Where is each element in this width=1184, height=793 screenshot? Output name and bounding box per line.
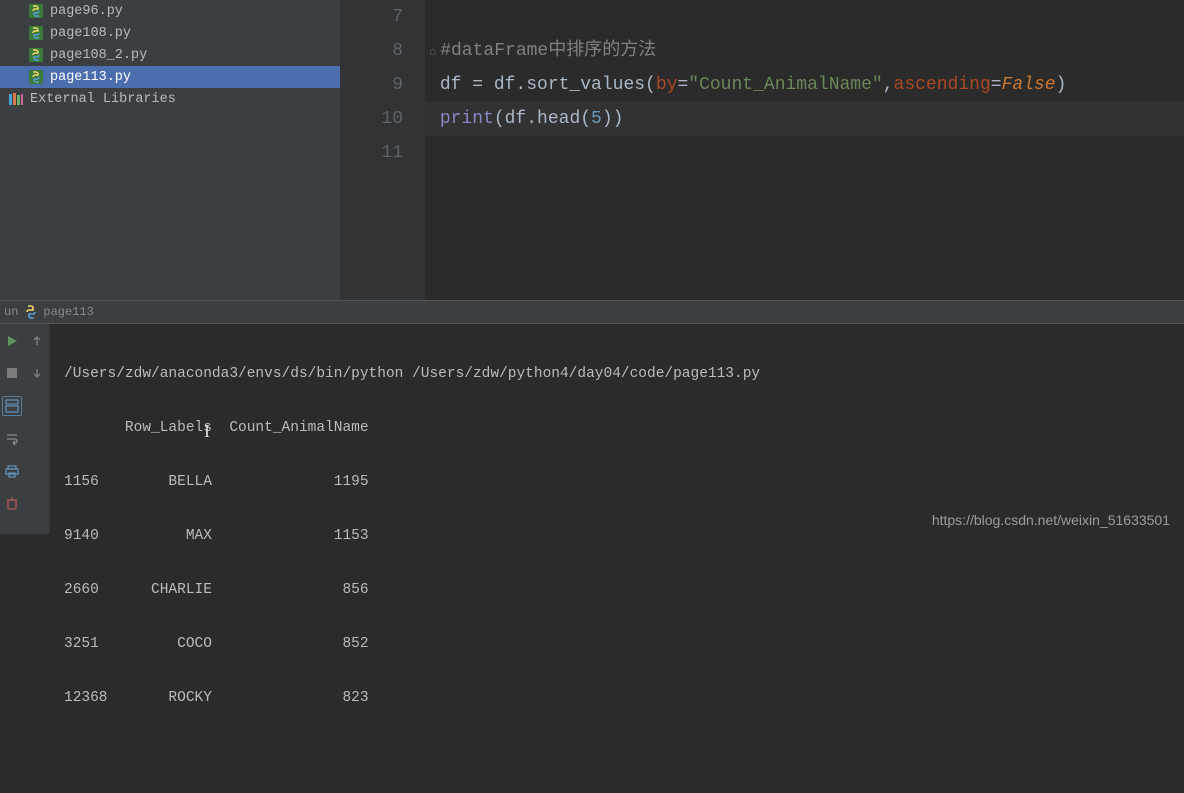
code-token: =: [677, 75, 688, 95]
code-token: ,: [883, 75, 894, 95]
code-token: print: [440, 109, 494, 129]
tree-item-page113[interactable]: page113.py: [0, 66, 340, 88]
tree-item-label: page108_2.py: [50, 48, 147, 63]
external-libraries-icon: [8, 91, 24, 107]
run-panel: /Users/zdw/anaconda3/envs/ds/bin/python …: [0, 324, 1184, 534]
up-arrow-button[interactable]: [28, 332, 46, 350]
editor-gutter: 7 8 9 10 11: [340, 0, 425, 300]
line-number: 10: [340, 102, 403, 136]
code-token: (df.head(: [494, 109, 591, 129]
code-line-10[interactable]: print(df.head(5)): [425, 102, 1184, 136]
rerun-button[interactable]: [3, 332, 21, 350]
layout-button[interactable]: [2, 396, 22, 416]
line-number: 11: [340, 136, 403, 170]
run-tab-script-name: page113: [43, 305, 93, 319]
tree-item-label: External Libraries: [30, 92, 176, 107]
code-token: 5: [591, 109, 602, 129]
code-token: =: [991, 75, 1002, 95]
code-editor[interactable]: 7 8 9 10 11 ⌂ #dataFrame中排序的方法 df = df.so…: [340, 0, 1184, 300]
down-arrow-button[interactable]: [28, 364, 46, 382]
print-button[interactable]: [3, 462, 21, 480]
console-header-row: Row_Labels Count_AnimalName: [64, 415, 1170, 442]
code-token: "Count_AnimalName": [688, 75, 882, 95]
console-output[interactable]: /Users/zdw/anaconda3/envs/ds/bin/python …: [50, 324, 1184, 534]
console-command-line: /Users/zdw/anaconda3/envs/ds/bin/python …: [64, 361, 1170, 388]
console-row: 12368 ROCKY 823: [64, 685, 1170, 712]
python-file-icon: [28, 3, 44, 19]
tree-item-page108-2[interactable]: page108_2.py: [0, 44, 340, 66]
tree-item-page96[interactable]: page96.py: [0, 0, 340, 22]
run-tab-label: un: [4, 305, 18, 319]
tree-item-label: page108.py: [50, 26, 131, 41]
code-line-8[interactable]: ⌂ #dataFrame中排序的方法: [425, 34, 1184, 68]
console-row: 1156 BELLA 1195: [64, 469, 1170, 496]
tree-item-label: page113.py: [50, 70, 131, 85]
tree-item-label: page96.py: [50, 4, 123, 19]
line-number: 8: [340, 34, 403, 68]
console-row: 3251 COCO 852: [64, 631, 1170, 658]
python-file-icon: [28, 69, 44, 85]
run-tool-tab[interactable]: un page113: [0, 300, 1184, 324]
python-file-icon: [28, 25, 44, 41]
trash-button[interactable]: [3, 494, 21, 512]
fold-marker-icon: ⌂: [429, 45, 436, 59]
code-line-7[interactable]: [425, 0, 1184, 34]
tree-item-page108[interactable]: page108.py: [0, 22, 340, 44]
top-area: page96.py page108.py page108_2.py page11…: [0, 0, 1184, 300]
code-line-9[interactable]: df = df.sort_values(by="Count_AnimalName…: [425, 68, 1184, 102]
line-number: 9: [340, 68, 403, 102]
code-line-11[interactable]: [425, 136, 1184, 170]
watermark-text: https://blog.csdn.net/weixin_51633501: [932, 512, 1170, 528]
python-icon: [24, 305, 38, 319]
code-token: ): [1056, 75, 1067, 95]
code-token: False: [1002, 75, 1056, 95]
code-token: ascending: [894, 75, 991, 95]
soft-wrap-button[interactable]: [3, 430, 21, 448]
line-number: 7: [340, 0, 403, 34]
stop-button[interactable]: [3, 364, 21, 382]
console-row: 2660 CHARLIE 856: [64, 577, 1170, 604]
run-tool-gutter: [0, 324, 50, 534]
python-file-icon: [28, 47, 44, 63]
code-token: )): [602, 109, 624, 129]
editor-code-area[interactable]: ⌂ #dataFrame中排序的方法 df = df.sort_values(by…: [425, 0, 1184, 300]
code-token: #dataFrame中排序的方法: [440, 41, 656, 61]
tree-item-external-libraries[interactable]: External Libraries: [0, 88, 340, 110]
code-token: by: [656, 75, 678, 95]
project-tree-panel[interactable]: page96.py page108.py page108_2.py page11…: [0, 0, 340, 300]
code-token: df = df.sort_values(: [440, 75, 656, 95]
